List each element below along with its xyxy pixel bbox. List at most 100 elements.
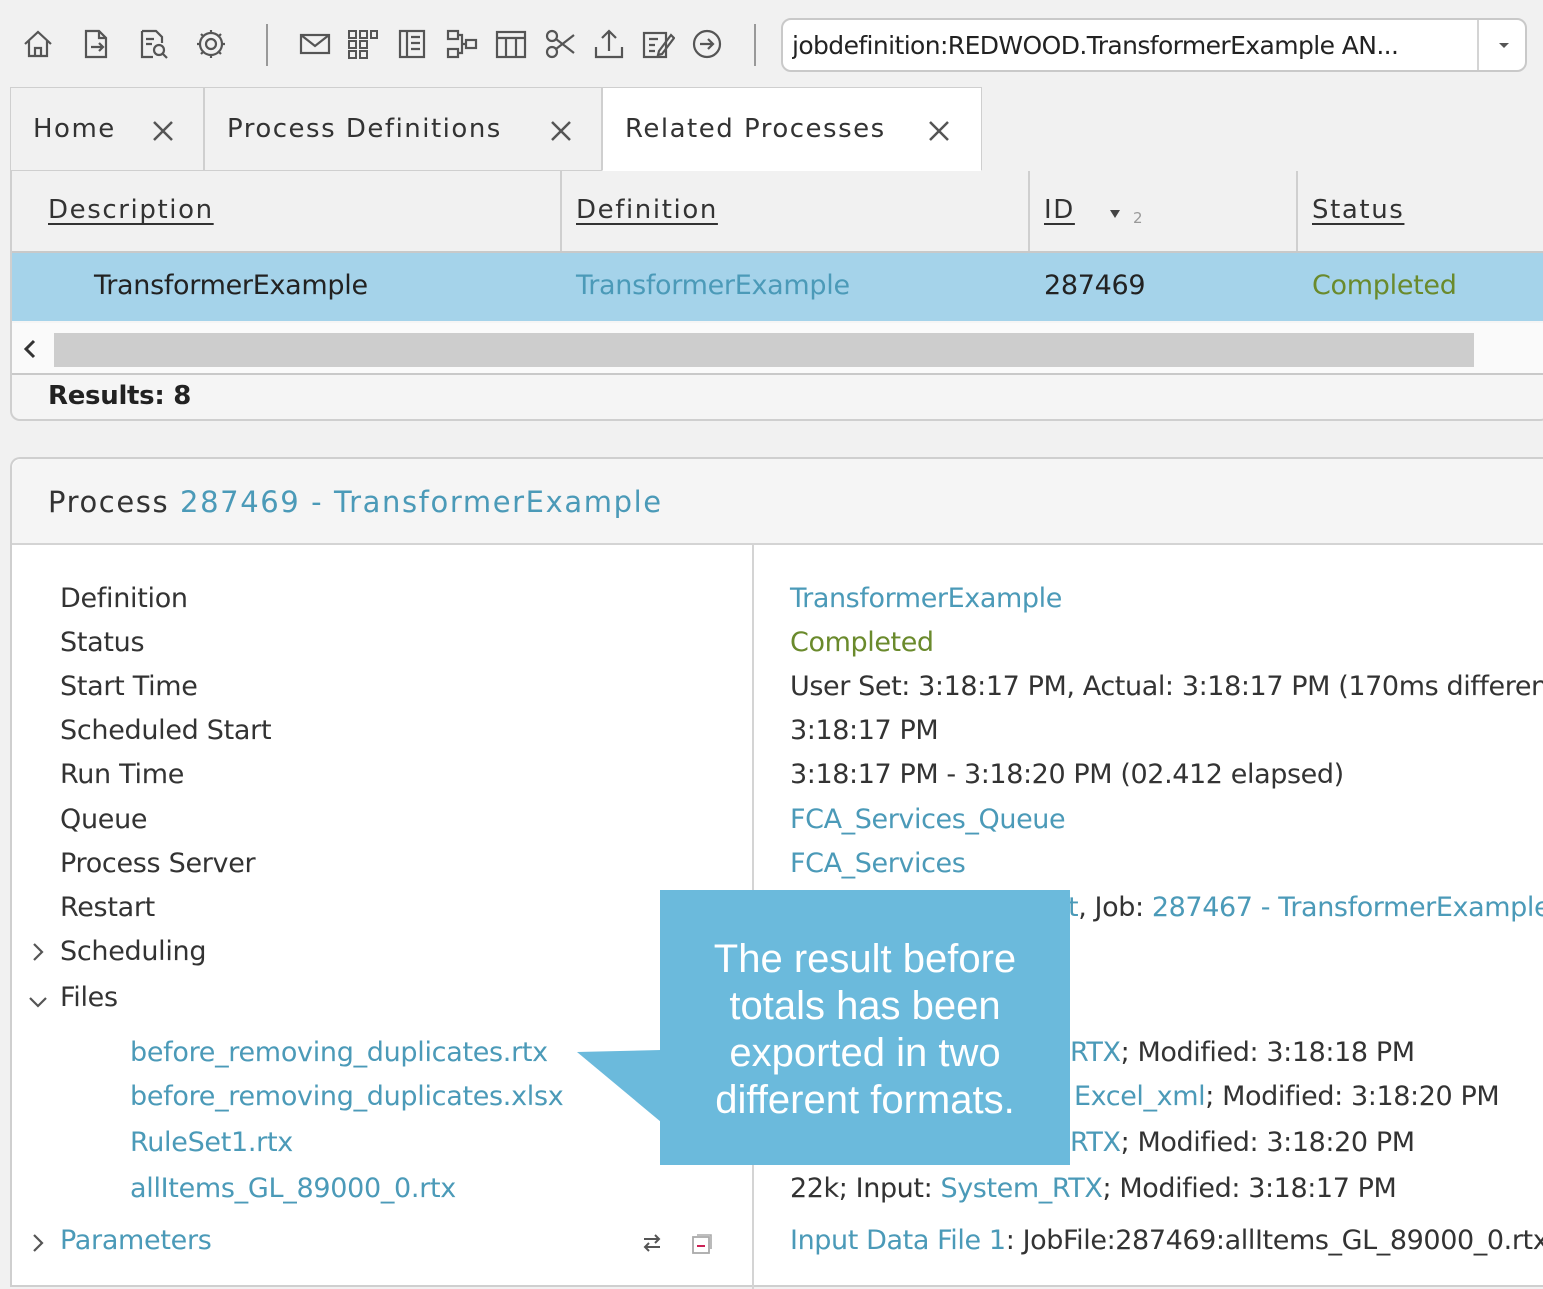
column-divider[interactable] — [1028, 171, 1030, 251]
horizontal-scrollbar[interactable] — [12, 323, 1543, 375]
search-document-icon[interactable] — [133, 24, 173, 64]
value-status: Completed — [790, 627, 934, 658]
process-header: Process 287469 - TransformerExample — [12, 459, 1543, 545]
tab-process-definitions[interactable]: Process Definitions — [204, 87, 602, 171]
column-header-status[interactable]: Status — [1312, 195, 1404, 225]
list-panel-icon[interactable] — [392, 24, 432, 64]
process-title-link[interactable]: 287469 - TransformerExample — [180, 485, 663, 519]
tab-home[interactable]: Home — [10, 87, 204, 171]
label-run-time: Run Time — [60, 759, 185, 790]
chevron-left-icon[interactable] — [22, 339, 38, 359]
section-files[interactable]: Files — [60, 982, 118, 1013]
callout-line: totals has been — [729, 984, 1001, 1028]
callout-line: The result before — [713, 937, 1017, 981]
grid-icon[interactable] — [343, 24, 383, 64]
tab-label: Related Processes — [625, 114, 886, 144]
close-icon[interactable] — [925, 117, 953, 145]
value-start-time: User Set: 3:18:17 PM, Actual: 3:18:17 PM… — [790, 671, 1543, 702]
file-size-input: 22k; Input: — [790, 1173, 941, 1204]
sort-order-indicator: 2 — [1133, 209, 1143, 227]
value-queue-link[interactable]: FCA_Services_Queue — [790, 804, 1066, 835]
collapse-panel-icon[interactable] — [690, 1232, 714, 1256]
column-header-id[interactable]: ID — [1044, 195, 1075, 225]
file-modified: ; Modified: 3:18:20 PM — [1120, 1127, 1415, 1158]
value-process-server-link[interactable]: FCA_Services — [790, 848, 966, 879]
table-icon[interactable] — [491, 24, 531, 64]
edit-icon[interactable] — [638, 24, 678, 64]
chevron-down-icon[interactable] — [26, 990, 50, 1014]
tab-related-processes[interactable]: Related Processes — [602, 87, 982, 171]
chevron-down-icon — [1499, 43, 1509, 48]
callout-pointer — [577, 1050, 661, 1122]
file-link[interactable]: RuleSet1.rtx — [130, 1127, 293, 1158]
file-format-link[interactable]: Excel_xml — [1074, 1081, 1206, 1112]
mail-icon[interactable] — [295, 24, 335, 64]
restart-job-prefix: , Job: — [1078, 892, 1152, 923]
file-link[interactable]: before_removing_duplicates.rtx — [130, 1037, 548, 1068]
results-grid: Description Definition ID 2 Status Trans… — [10, 171, 1543, 421]
scissors-icon[interactable] — [540, 24, 580, 64]
results-count: Results: 8 — [48, 381, 191, 411]
label-start-time: Start Time — [60, 671, 198, 702]
column-header-definition[interactable]: Definition — [576, 195, 718, 225]
parameter-value: Input Data File 1: JobFile:287469:allIte… — [790, 1225, 1543, 1256]
new-document-icon[interactable] — [76, 24, 116, 64]
swap-icon[interactable] — [640, 1231, 664, 1255]
close-icon[interactable] — [547, 117, 575, 145]
label-queue: Queue — [60, 804, 148, 835]
sort-descending-icon — [1110, 210, 1120, 218]
file-modified: ; Modified: 3:18:20 PM — [1205, 1081, 1500, 1112]
file-detail: 22k; Input: System_RTX; Modified: 3:18:1… — [790, 1173, 1397, 1204]
label-status: Status — [60, 627, 145, 658]
section-scheduling[interactable]: Scheduling — [60, 936, 207, 967]
flow-icon[interactable] — [442, 24, 482, 64]
chevron-right-icon[interactable] — [26, 1231, 50, 1255]
file-link[interactable]: allItems_GL_89000_0.rtx — [130, 1173, 456, 1204]
file-format-link[interactable]: RTX — [1070, 1127, 1121, 1158]
home-icon[interactable] — [18, 24, 58, 64]
value-definition-link[interactable]: TransformerExample — [790, 583, 1062, 614]
search-dropdown-button[interactable] — [1477, 20, 1525, 70]
process-title-prefix: Process — [48, 485, 170, 519]
tab-label: Home — [33, 114, 116, 144]
column-divider[interactable] — [560, 171, 562, 251]
upload-icon[interactable] — [589, 24, 629, 64]
file-modified: ; Modified: 3:18:17 PM — [1102, 1173, 1397, 1204]
cell-id: 287469 — [1044, 270, 1146, 301]
close-icon[interactable] — [149, 117, 177, 145]
cell-status: Completed — [1312, 270, 1457, 301]
toolbar-separator — [754, 24, 756, 66]
forward-circle-icon[interactable] — [687, 24, 727, 64]
parameter-name-link[interactable]: Input Data File 1 — [790, 1225, 1006, 1256]
label-scheduled-start: Scheduled Start — [60, 715, 272, 746]
column-divider[interactable] — [1296, 171, 1298, 251]
file-detail: Excel_xml; Modified: 3:18:20 PM — [1074, 1081, 1500, 1112]
file-format-link[interactable]: System_RTX — [940, 1173, 1102, 1204]
cell-definition-link[interactable]: TransformerExample — [576, 270, 850, 301]
tab-label: Process Definitions — [227, 114, 502, 144]
label-restart: Restart — [60, 892, 155, 923]
annotation-callout: The result before totals has been export… — [660, 890, 1070, 1165]
file-detail: RTX; Modified: 3:18:20 PM — [1070, 1127, 1415, 1158]
table-row[interactable]: TransformerExample TransformerExample 28… — [12, 253, 1543, 321]
label-process-server: Process Server — [60, 848, 256, 879]
settings-gear-icon[interactable] — [191, 24, 231, 64]
scrollbar-thumb[interactable] — [54, 333, 1474, 367]
value-run-time: 3:18:17 PM - 3:18:20 PM (02.412 elapsed) — [790, 759, 1344, 790]
column-header-description[interactable]: Description — [48, 195, 214, 225]
callout-line: different formats. — [715, 1078, 1015, 1122]
value-restart: t, Job: 287467 - TransformerExample — [1068, 892, 1543, 923]
grid-header: Description Definition ID 2 Status — [12, 171, 1543, 253]
file-link[interactable]: before_removing_duplicates.xlsx — [130, 1081, 564, 1112]
file-modified: ; Modified: 3:18:18 PM — [1120, 1037, 1415, 1068]
cell-description: TransformerExample — [94, 270, 368, 301]
chevron-right-icon[interactable] — [26, 940, 50, 964]
value-scheduled-start: 3:18:17 PM — [790, 715, 939, 746]
restart-job-link[interactable]: 287467 - TransformerExample — [1152, 892, 1543, 923]
file-detail: RTX; Modified: 3:18:18 PM — [1070, 1037, 1415, 1068]
file-format-link[interactable]: RTX — [1070, 1037, 1121, 1068]
search-box — [781, 18, 1527, 72]
search-input[interactable] — [783, 20, 1475, 70]
callout-line: exported in two — [729, 1031, 1001, 1075]
section-parameters[interactable]: Parameters — [60, 1225, 212, 1256]
